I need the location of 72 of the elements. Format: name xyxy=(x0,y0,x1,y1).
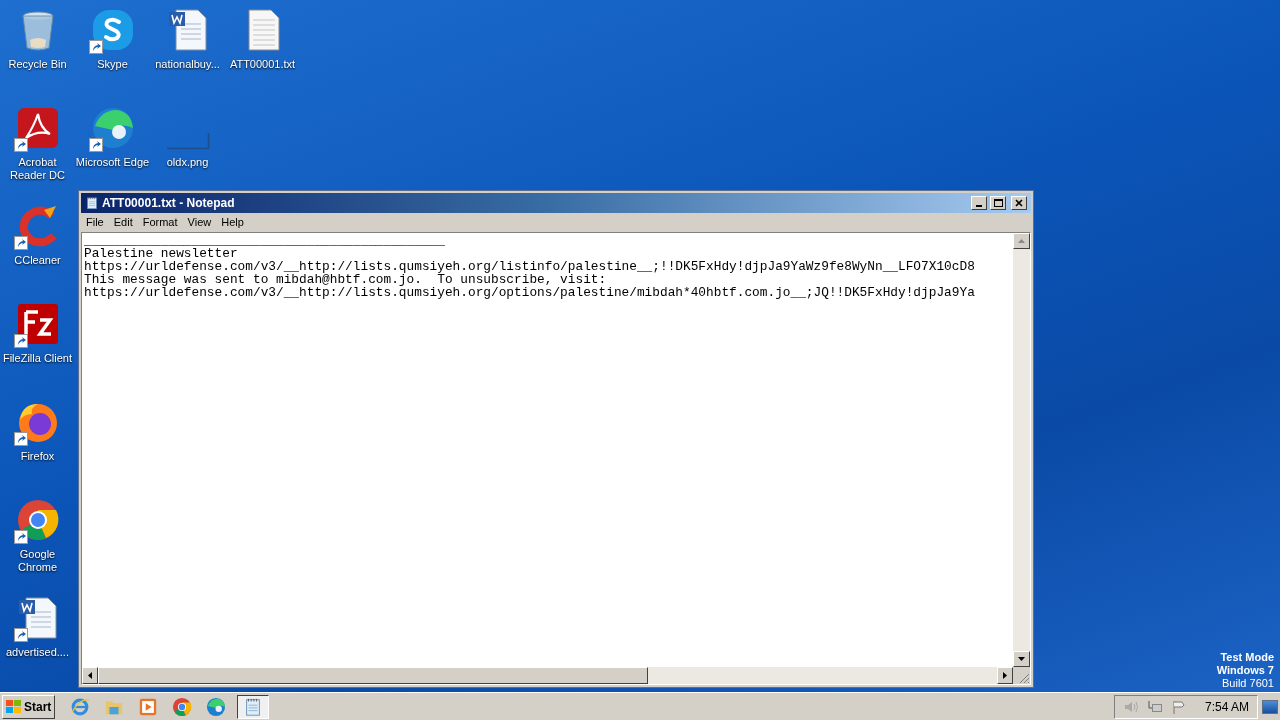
maximize-button[interactable] xyxy=(990,196,1006,210)
text-line: https://urldefense.com/v3/__http://lists.qumsiyeh.org/options/palestine/mibdah*40hbtf.com.jo__;JQ!!DK5FxHdy!djpJa9Ya xyxy=(84,286,975,299)
icon-label: ATT00001.txt xyxy=(228,58,297,71)
windows-logo-icon xyxy=(6,699,22,714)
image-file-icon xyxy=(165,132,210,150)
desktop-icon[interactable]: FileZilla Client xyxy=(0,300,75,365)
edge-icon xyxy=(206,696,227,717)
horizontal-scrollbar[interactable] xyxy=(82,667,1013,684)
scroll-right-button[interactable] xyxy=(997,667,1013,684)
down-arrow-icon xyxy=(1018,657,1025,661)
close-icon xyxy=(1015,199,1023,207)
menu-item[interactable]: File xyxy=(81,214,109,231)
desktop-icon[interactable]: Skype xyxy=(75,6,150,71)
filezilla-icon xyxy=(15,302,60,346)
system-watermark-text: Build 7601 xyxy=(1222,677,1274,690)
desktop-icon[interactable]: ATT00001.txt xyxy=(225,6,300,71)
desktop-icon[interactable]: CCleaner xyxy=(0,202,75,267)
icon-label: Acrobat Reader DC xyxy=(9,156,66,182)
desktop-icon[interactable]: Recycle Bin xyxy=(0,6,75,71)
chrome-icon xyxy=(172,696,193,717)
minimize-button[interactable] xyxy=(971,196,987,210)
icon-label: advertised.... xyxy=(5,646,70,659)
quick-launch-item[interactable] xyxy=(205,695,228,718)
desktop-icon[interactable]: Google Chrome xyxy=(0,496,75,574)
menu-item[interactable]: Format xyxy=(137,214,183,231)
desktop-icon[interactable]: Microsoft Edge xyxy=(75,104,150,169)
close-button[interactable] xyxy=(1011,196,1027,210)
icon-label: oldx.png xyxy=(165,156,210,169)
taskbar-button[interactable] xyxy=(237,694,270,719)
icon-label: CCleaner xyxy=(13,254,62,267)
system-watermark-text: Windows 7 xyxy=(1216,664,1274,677)
icon-label: Firefox xyxy=(19,450,56,463)
desktop-icon[interactable]: oldx.png xyxy=(150,104,225,169)
skype-icon xyxy=(90,8,135,52)
size-grip[interactable] xyxy=(1013,667,1030,684)
desktop-icon[interactable]: advertised.... xyxy=(0,594,75,659)
media-player-icon xyxy=(138,696,159,717)
icon-label: Recycle Bin xyxy=(7,58,68,71)
right-arrow-icon xyxy=(1003,672,1007,679)
text-line: _______________________________________________ xyxy=(84,234,445,247)
menu-item[interactable]: Help xyxy=(216,214,249,231)
quick-launch-item[interactable] xyxy=(171,695,194,718)
show-desktop-button[interactable] xyxy=(1262,699,1278,714)
menu-item[interactable]: View xyxy=(182,214,217,231)
text-line: https://urldefense.com/v3/__http://lists.qumsiyeh.org/listinfo/palestine__;!!DK5FxHdy!djpJa9YaWz9fe8WyNn__LFO7X10cD8 xyxy=(84,260,975,273)
text-line: Palestine newsletter xyxy=(84,247,238,260)
notepad-icon xyxy=(85,196,99,210)
desktop-icon[interactable]: Acrobat Reader DC xyxy=(0,104,75,182)
system-watermark-text: Test Mode xyxy=(1220,651,1274,664)
internet-explorer-icon xyxy=(70,696,91,717)
vertical-scrollbar[interactable] xyxy=(1013,233,1030,667)
window-title: ATT00001.txt - Notepad xyxy=(102,195,235,212)
left-arrow-icon xyxy=(88,672,92,679)
text-line: This message was sent to mibdah@hbtf.com.jo. To unsubscribe, visit: xyxy=(84,273,607,286)
icon-label: Skype xyxy=(96,58,129,71)
scroll-thumb[interactable] xyxy=(98,667,648,684)
edge-icon xyxy=(90,106,135,150)
icon-label: nationalbuy... xyxy=(154,58,221,71)
chrome-icon xyxy=(15,498,60,542)
icon-label: Microsoft Edge xyxy=(75,156,150,169)
scroll-up-button[interactable] xyxy=(1013,233,1030,249)
menu-item[interactable]: Edit xyxy=(108,214,138,231)
scroll-down-button[interactable] xyxy=(1013,651,1030,667)
clock[interactable]: 7:54 AM xyxy=(1204,697,1249,716)
acrobat-icon xyxy=(15,106,60,150)
scroll-left-button[interactable] xyxy=(82,667,98,684)
desktop-icon[interactable]: nationalbuy... xyxy=(150,6,225,71)
desktop-icon[interactable]: Firefox xyxy=(0,398,75,463)
start-button[interactable]: Start xyxy=(2,694,56,719)
icon-label: FileZilla Client xyxy=(1,352,74,365)
icon-label: Google Chrome xyxy=(16,548,59,574)
up-arrow-icon xyxy=(1018,239,1025,243)
